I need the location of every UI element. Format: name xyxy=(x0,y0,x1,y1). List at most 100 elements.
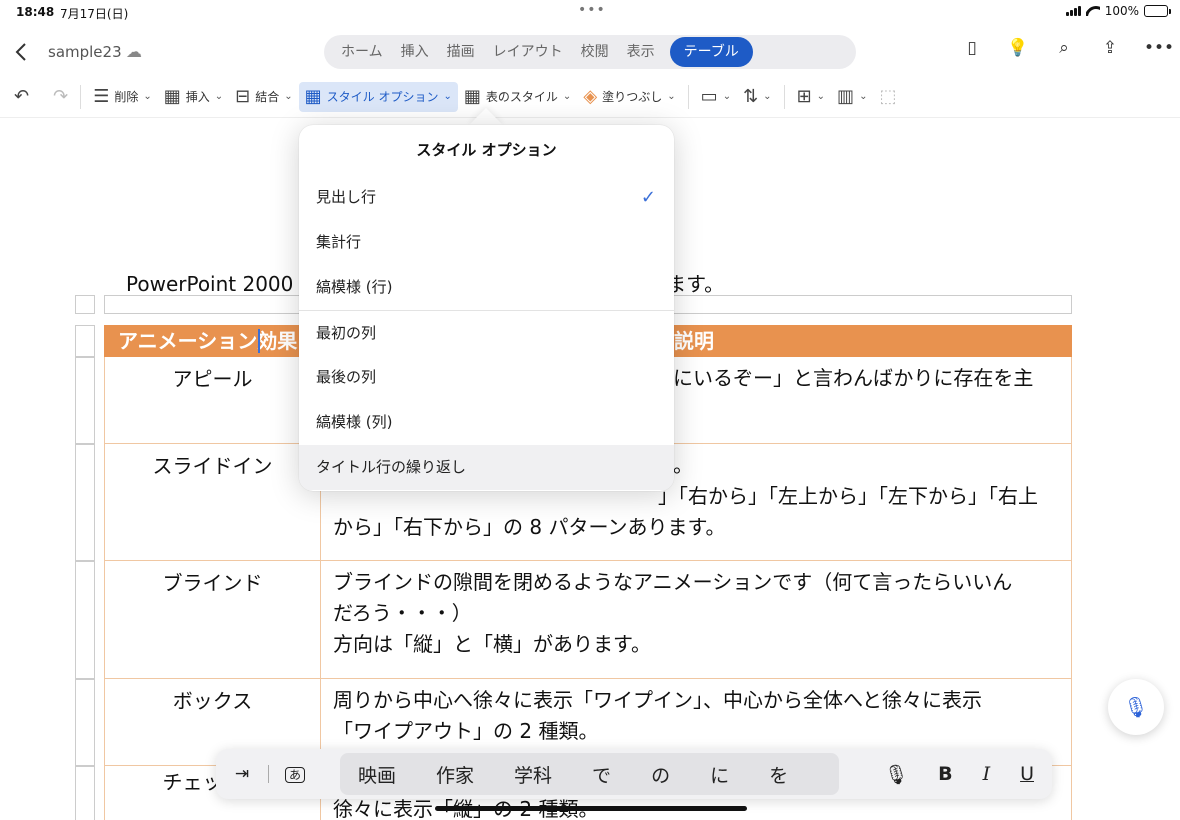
option-label: 最初の列 xyxy=(316,324,377,342)
option-first-column[interactable]: 最初の列 xyxy=(299,310,674,355)
kana-input-icon[interactable]: あ xyxy=(269,764,321,784)
fill-button[interactable]: ◈ 塗りつぶし ⌄ xyxy=(577,82,681,112)
chevron-down-icon: ⌄ xyxy=(763,91,772,102)
dictation-button[interactable]: 🎙 xyxy=(1108,679,1164,735)
divider xyxy=(783,84,785,109)
row-selector-handle[interactable] xyxy=(75,679,95,766)
microphone-icon: 🎙 xyxy=(1123,695,1149,719)
suggestion-item[interactable]: の xyxy=(651,761,670,788)
style-options-button[interactable]: ▦ スタイル オプション ⌄ xyxy=(298,81,458,112)
effect-name-cell[interactable]: スライドイン xyxy=(105,444,321,560)
row-selector-handle[interactable] xyxy=(75,561,95,679)
suggestion-item[interactable]: 映画 xyxy=(358,761,396,788)
format-shortcuts: 🎙 B I U xyxy=(884,749,1034,799)
delete-button[interactable]: ☰ 削除 ⌄ xyxy=(87,82,158,112)
chevron-down-icon: ⌄ xyxy=(143,91,152,102)
cellular-signal-icon xyxy=(1065,6,1081,16)
tab-table[interactable]: テーブル xyxy=(669,37,753,67)
ribbon-toolbar: ↶ ↷ ☰ 削除 ⌄ ▦ 挿入 ⌄ ⊟ 結合 ⌄ ▦ スタイル オプション ⌄ ▦ 表のスタイル ⌄… xyxy=(0,76,1180,118)
share-icon[interactable]: ⇪ xyxy=(1098,38,1122,58)
row-selector-handle[interactable] xyxy=(75,766,95,820)
checkmark-icon: ✓ xyxy=(640,187,656,208)
option-header-row[interactable]: 見出し行 ✓ xyxy=(299,175,674,220)
back-chevron-icon[interactable] xyxy=(12,40,32,64)
tab-home[interactable]: ホーム xyxy=(332,37,392,67)
option-label: 見出し行 xyxy=(316,188,377,206)
table-row[interactable]: ブラインド ブラインドの隙間を閉めるようなアニメーションです（何て言ったらいいん… xyxy=(104,561,1072,679)
row-height-button[interactable]: ⊞ ⌄ xyxy=(791,82,831,112)
tab-layout[interactable]: レイアウト xyxy=(484,37,572,67)
row-selector-handle[interactable] xyxy=(75,357,95,444)
top-icons: ▯ 💡 ⌕ ⇪ ••• xyxy=(960,38,1174,58)
style-options-label: スタイル オプション xyxy=(326,90,439,104)
document-title[interactable]: sample23 xyxy=(48,43,122,61)
description-text: にいるぞー」と言わんばかりに存在を主 xyxy=(673,366,1034,390)
battery-percent: 100% xyxy=(1104,4,1139,18)
underline-button[interactable]: U xyxy=(1020,763,1034,785)
description-text: 「ワイプアウト」の 2 種類。 xyxy=(333,719,599,743)
effect-name-cell[interactable]: ブラインド xyxy=(105,561,321,678)
mobile-view-icon[interactable]: ▯ xyxy=(960,38,984,58)
column-width-icon: ▥ xyxy=(837,86,855,107)
table-styles-button[interactable]: ▦ 表のスタイル ⌄ xyxy=(458,82,577,112)
style-options-popover: スタイル オプション 見出し行 ✓ 集計行 縞模様 (行) 最初の列 最後の列 縞… xyxy=(299,125,674,491)
title-row: sample23 ☁ ホーム 挿入 描画 レイアウト 校閲 表示 テーブル ▯ … xyxy=(0,30,1180,74)
tab-review[interactable]: 校閲 xyxy=(572,37,618,67)
text-direction-button[interactable]: ⇅ ⌄ xyxy=(737,82,777,112)
predictive-suggestions: 映画 作家 学科 で の に を xyxy=(340,753,839,795)
description-text: から」「右下から」の 8 パターンあります。 xyxy=(333,515,726,539)
bold-button[interactable]: B xyxy=(938,763,952,785)
row-selector-handle[interactable] xyxy=(75,325,95,357)
option-total-row[interactable]: 集計行 xyxy=(299,220,674,265)
tab-draw[interactable]: 描画 xyxy=(438,37,484,67)
effect-name-cell[interactable]: アピール xyxy=(105,357,321,443)
dictation-mic-icon[interactable]: 🎙 xyxy=(884,763,908,786)
search-icon[interactable]: ⌕ xyxy=(1052,38,1076,58)
chevron-down-icon: ⌄ xyxy=(816,91,826,102)
option-last-column[interactable]: 最後の列 xyxy=(299,355,674,400)
lightbulb-icon[interactable]: 💡 xyxy=(1006,38,1030,58)
column-width-button[interactable]: ▥ ⌄ xyxy=(831,82,873,112)
more-icon[interactable]: ••• xyxy=(1144,38,1174,58)
suggestion-item[interactable]: を xyxy=(769,761,788,788)
tab-key-icon[interactable]: ⇥ xyxy=(216,764,268,784)
divider xyxy=(80,84,82,109)
row-selector-handle[interactable] xyxy=(75,295,95,314)
autofit-button[interactable]: ⬚ xyxy=(873,82,902,112)
description-text: だろう・・・） xyxy=(333,601,472,625)
description-text: ブラインドの隙間を閉めるようなアニメーションです（何て言ったらいいん xyxy=(333,570,1013,594)
description-cell[interactable]: ブラインドの隙間を閉めるようなアニメーションです（何て言ったらいいん だろう・・… xyxy=(321,561,1071,678)
table-style-options-icon: ▦ xyxy=(304,86,322,107)
suggestion-item[interactable]: 学科 xyxy=(514,761,552,788)
suggestion-item[interactable]: で xyxy=(592,761,611,788)
tab-view[interactable]: 表示 xyxy=(618,37,664,67)
suggestion-item[interactable]: 作家 xyxy=(436,761,474,788)
description-text: 。 xyxy=(673,453,693,477)
header-cell-effect[interactable]: アニメーション効果 xyxy=(104,325,320,357)
chevron-down-icon: ⌄ xyxy=(859,91,868,102)
chevron-down-icon: ⌄ xyxy=(667,91,676,102)
cloud-sync-icon[interactable]: ☁ xyxy=(126,42,142,61)
keyboard-shortcut-bar: ⇥ あ 映画 作家 学科 で の に を 🎙 B I U xyxy=(216,749,1052,799)
multitasking-dots[interactable]: ••• xyxy=(578,2,606,18)
insert-button[interactable]: ▦ 挿入 ⌄ xyxy=(158,82,229,112)
home-indicator[interactable] xyxy=(435,806,747,811)
status-time: 18:48 xyxy=(16,5,55,19)
italic-button[interactable]: I xyxy=(983,763,991,785)
option-banded-columns[interactable]: 縞模様 (列) xyxy=(299,400,674,445)
undo-button[interactable]: ↶ xyxy=(8,82,35,112)
merge-button[interactable]: ⊟ 結合 ⌄ xyxy=(229,82,299,112)
delete-label: 削除 xyxy=(114,90,139,104)
chevron-down-icon: ⌄ xyxy=(443,91,452,102)
merge-cells-icon: ⊟ xyxy=(235,86,251,107)
wifi-icon xyxy=(1086,6,1100,16)
redo-button[interactable]: ↷ xyxy=(47,82,74,112)
align-button[interactable]: ▭ ⌄ xyxy=(695,82,737,112)
tab-insert[interactable]: 挿入 xyxy=(392,37,438,67)
option-repeat-header-rows[interactable]: タイトル行の繰り返し xyxy=(299,445,674,490)
text-direction-icon: ⇅ xyxy=(743,86,759,107)
chevron-down-icon: ⌄ xyxy=(284,91,293,102)
row-selector-handle[interactable] xyxy=(75,444,95,561)
option-banded-rows[interactable]: 縞模様 (行) xyxy=(299,265,674,310)
suggestion-item[interactable]: に xyxy=(710,761,729,788)
